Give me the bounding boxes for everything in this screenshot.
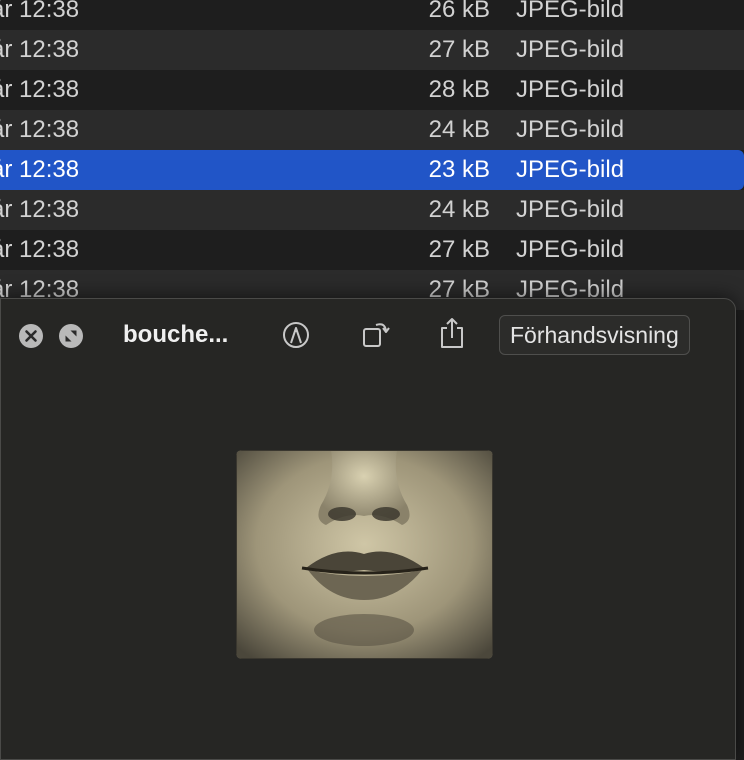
file-row[interactable]: år 12:38 28 kB JPEG-bild <box>0 70 744 110</box>
file-row[interactable]: år 12:38 27 kB JPEG-bild <box>0 230 744 270</box>
rotate-button[interactable] <box>359 317 393 351</box>
file-size: 27 kB <box>428 236 490 263</box>
file-row[interactable]: år 12:38 24 kB JPEG-bild <box>0 190 744 230</box>
file-date: år 12:38 <box>0 236 80 263</box>
photo-thumbnail-icon <box>236 450 493 659</box>
markup-button[interactable] <box>281 320 311 350</box>
fullscreen-button[interactable] <box>58 323 84 349</box>
close-button[interactable] <box>18 323 44 349</box>
file-list: år 12:38 26 kB JPEG-bild år 12:38 27 kB … <box>0 0 744 310</box>
file-row[interactable]: år 12:38 26 kB JPEG-bild <box>0 0 744 30</box>
open-with-preview-button[interactable]: Förhandsvisning <box>499 315 690 355</box>
file-date: år 12:38 <box>0 76 80 103</box>
file-row-selected[interactable]: år 12:38 23 kB JPEG-bild <box>0 150 744 190</box>
file-date: år 12:38 <box>0 196 80 223</box>
file-row[interactable]: år 12:38 27 kB JPEG-bild <box>0 30 744 70</box>
file-date: år 12:38 <box>0 0 80 23</box>
fullscreen-icon <box>59 324 83 348</box>
file-kind: JPEG-bild <box>516 156 625 183</box>
file-size: 27 kB <box>428 36 490 63</box>
file-size: 28 kB <box>428 76 490 103</box>
file-title: bouche... <box>123 321 229 348</box>
file-size: 24 kB <box>428 116 490 143</box>
image-preview <box>236 450 493 659</box>
file-date: år 12:38 <box>0 36 80 63</box>
file-date: år 12:38 <box>0 156 80 183</box>
share-icon <box>441 318 463 348</box>
file-row[interactable]: år 12:38 24 kB JPEG-bild <box>0 110 744 150</box>
file-kind: JPEG-bild <box>516 76 625 103</box>
file-kind: JPEG-bild <box>516 0 625 23</box>
quicklook-toolbar: bouche... Förhandsvisning <box>1 299 735 371</box>
file-kind: JPEG-bild <box>516 36 625 63</box>
markup-icon <box>283 322 309 348</box>
file-kind: JPEG-bild <box>516 236 625 263</box>
file-date: år 12:38 <box>0 116 80 143</box>
rotate-icon <box>363 323 390 347</box>
file-size: 23 kB <box>428 156 490 183</box>
file-kind: JPEG-bild <box>516 196 625 223</box>
file-kind: JPEG-bild <box>516 116 625 143</box>
share-button[interactable] <box>436 315 468 351</box>
file-size: 26 kB <box>428 0 490 23</box>
quicklook-panel: bouche... Förhandsvisning <box>0 298 736 760</box>
file-size: 24 kB <box>428 196 490 223</box>
close-icon <box>19 324 43 348</box>
